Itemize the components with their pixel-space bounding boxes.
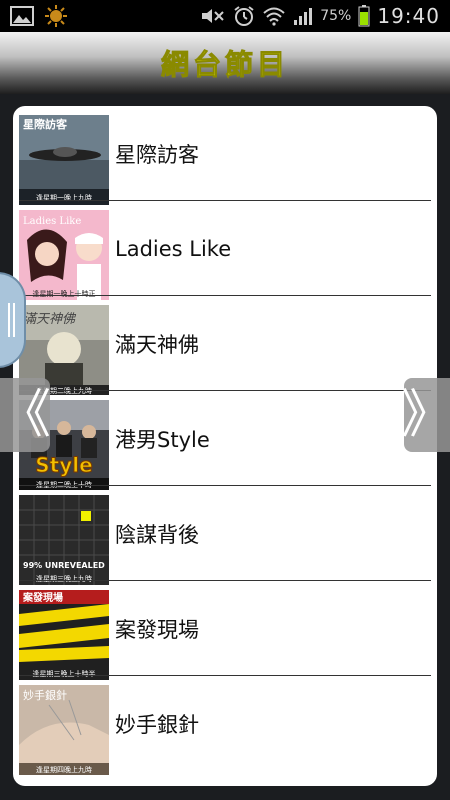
page-title: 網台節目 [160, 48, 289, 82]
mute-icon [200, 6, 226, 26]
program-title: 案發現場 [115, 617, 199, 642]
thumb-caption: 99% UNREVEALED [23, 561, 105, 570]
thumb-caption: Style [35, 453, 92, 477]
title-bar: 網台節目 [0, 32, 450, 94]
thumb-caption: 滿天神佛 [23, 312, 77, 327]
thumb-caption: Ladies Like [23, 216, 81, 227]
program-thumbnail: Ladies Like 逢星期一晚上十時正 [19, 210, 109, 300]
drawer-handle[interactable] [0, 272, 26, 368]
battery-icon [358, 5, 370, 27]
signal-icon [293, 6, 313, 26]
clock: 19:40 [377, 4, 440, 28]
wifi-icon [262, 6, 286, 26]
alarm-icon [233, 5, 255, 27]
thumb-caption: 妙手銀針 [23, 688, 67, 702]
list-item-program-6[interactable]: 案發現場 逢星期三晚上十時半 案發現場 [13, 581, 437, 680]
list-item-program-3[interactable]: 滿天神佛 逢星期二晚上九時 滿天神佛 [13, 296, 437, 395]
gallery-icon [10, 6, 34, 26]
program-thumbnail: 99% UNREVEALED 逢星期三晚上九時 [19, 495, 109, 585]
program-thumbnail: 妙手銀針 逢星期四晚上九時 [19, 685, 109, 775]
status-bar: 75% 19:40 [0, 0, 450, 32]
program-title: 港男Style [115, 427, 210, 452]
app-screen: 75% 19:40 網台節目 星際訪客 逢星期一晚上九時 星際訪客 Ladies… [0, 0, 450, 800]
program-title: 陰謀背後 [115, 522, 199, 547]
program-title: 滿天神佛 [115, 332, 199, 357]
program-thumbnail: 案發現場 逢星期三晚上十時半 [19, 590, 109, 680]
program-title: 妙手銀針 [115, 712, 199, 737]
sun-notification-icon [44, 4, 68, 28]
battery-percent: 75% [320, 8, 352, 24]
next-page-button[interactable]: 》 [401, 378, 450, 452]
list-item-program-7[interactable]: 妙手銀針 逢星期四晚上九時 妙手銀針 [13, 676, 437, 775]
program-list: 星際訪客 逢星期一晚上九時 星際訪客 Ladies Like 逢星期一晚上十時正… [13, 106, 437, 786]
list-item-program-1[interactable]: 星際訪客 逢星期一晚上九時 星際訪客 [13, 106, 437, 205]
thumb-caption: 案發現場 [22, 591, 63, 604]
previous-page-button[interactable]: 《 [0, 378, 52, 452]
thumb-caption: 星際訪客 [23, 117, 68, 131]
list-item-program-2[interactable]: Ladies Like 逢星期一晚上十時正 Ladies Like [13, 201, 437, 300]
program-title: 星際訪客 [115, 142, 199, 167]
thumb-schedule: 逢星期四晚上九時 [36, 765, 92, 774]
grip-icon [7, 303, 15, 337]
list-item-program-4[interactable]: Style 逢星期二晚上十時 港男Style [13, 391, 437, 490]
chevron-right-icon: 》 [401, 385, 450, 445]
list-item-program-5[interactable]: 99% UNREVEALED 逢星期三晚上九時 陰謀背後 [13, 486, 437, 585]
program-title: Ladies Like [115, 236, 232, 261]
program-thumbnail: 星際訪客 逢星期一晚上九時 [19, 115, 109, 205]
chevron-left-icon: 《 [0, 385, 52, 445]
